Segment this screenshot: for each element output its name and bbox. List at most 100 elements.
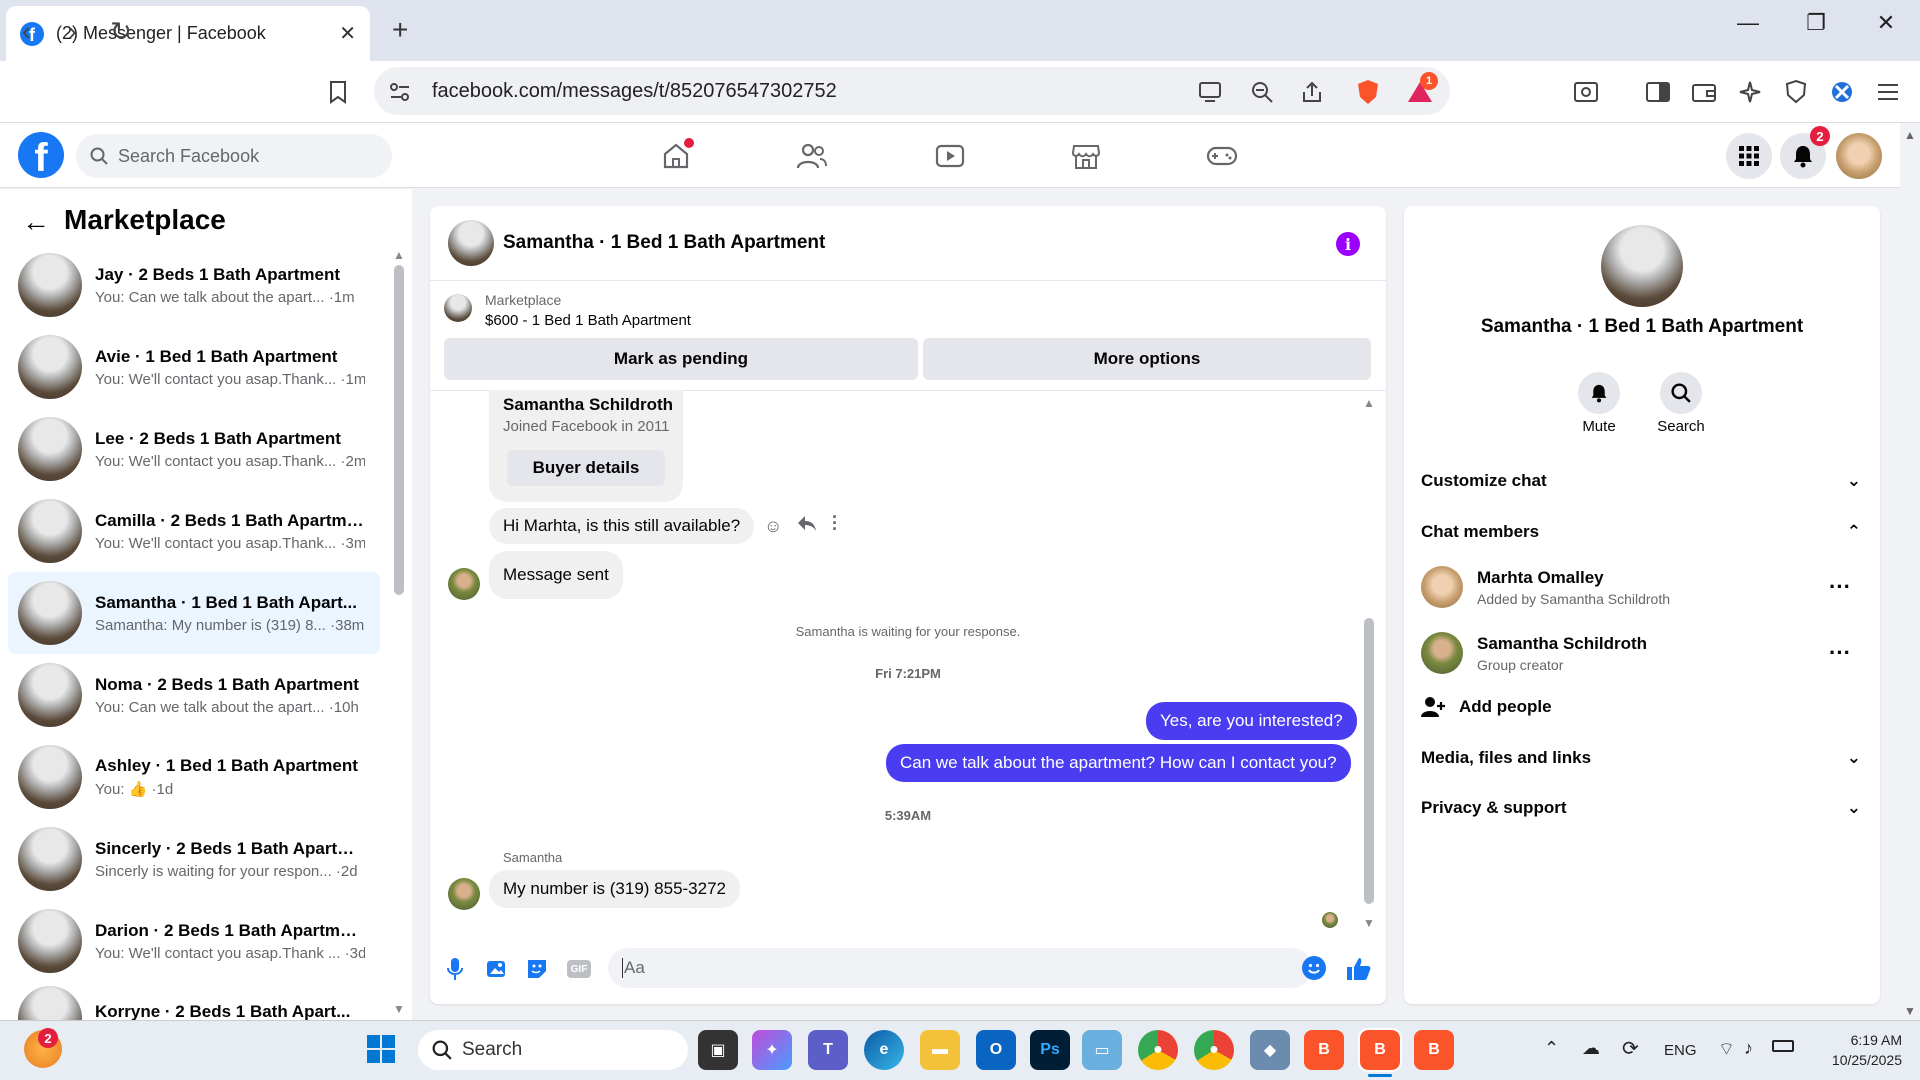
zoom-out-icon[interactable] bbox=[1248, 78, 1276, 106]
conversation-item[interactable]: Korryne · 2 Beds 1 Bath Apart... bbox=[8, 982, 380, 1020]
page-scroll-up-icon[interactable]: ▲ bbox=[1904, 128, 1916, 142]
reader-mode-icon[interactable] bbox=[1572, 78, 1600, 106]
conversation-item[interactable]: Ashley · 1 Bed 1 Bath Apartment You: 👍 ·1… bbox=[8, 736, 380, 818]
browser-tab[interactable]: f (2) Messenger | Facebook ✕ bbox=[6, 6, 370, 61]
scroll-up-icon[interactable]: ▲ bbox=[393, 248, 405, 262]
gaming-icon[interactable] bbox=[1202, 138, 1242, 174]
scroll-down-icon[interactable]: ▼ bbox=[393, 1002, 405, 1016]
menu-grid-button[interactable] bbox=[1726, 133, 1772, 179]
emoji-icon[interactable] bbox=[1302, 956, 1326, 980]
facebook-logo[interactable]: f bbox=[18, 132, 64, 178]
mark-pending-button[interactable]: Mark as pending bbox=[444, 338, 918, 380]
member-item[interactable]: Samantha Schildroth Group creator ··· bbox=[1421, 632, 1861, 674]
profile-avatar[interactable] bbox=[1836, 133, 1882, 179]
listing-price[interactable]: $600 - 1 Bed 1 Bath Apartment bbox=[485, 312, 691, 329]
taskbar-search[interactable]: Search bbox=[418, 1030, 688, 1070]
like-icon[interactable] bbox=[1346, 956, 1372, 982]
conversation-item-active[interactable]: Samantha · 1 Bed 1 Bath Apart... Samantha… bbox=[8, 572, 380, 654]
wallet-icon[interactable] bbox=[1690, 78, 1718, 106]
copilot-icon[interactable]: ✦ bbox=[752, 1030, 792, 1070]
facebook-search-input[interactable]: Search Facebook bbox=[76, 134, 392, 178]
conversation-item[interactable]: Sincerly · 2 Beds 1 Bath Apartm... Sincer… bbox=[8, 818, 380, 900]
volume-icon[interactable]: ♪ bbox=[1744, 1038, 1753, 1059]
more-actions-icon[interactable]: · · · bbox=[832, 508, 838, 538]
react-icon[interactable]: ☺ bbox=[764, 516, 782, 537]
cloud-off-icon[interactable]: ☁ bbox=[1582, 1038, 1600, 1059]
app-icon[interactable]: ▭ bbox=[1082, 1030, 1122, 1070]
conversation-item[interactable]: Lee · 2 Beds 1 Bath Apartment You: We'll … bbox=[8, 408, 380, 490]
more-icon[interactable]: ··· bbox=[1829, 640, 1851, 666]
cast-icon[interactable] bbox=[1196, 78, 1224, 106]
reload-icon[interactable]: ↻ bbox=[110, 16, 132, 47]
photoshop-icon[interactable]: Ps bbox=[1030, 1030, 1070, 1070]
vpn-shield-icon[interactable] bbox=[1782, 78, 1810, 106]
menu-icon[interactable] bbox=[1874, 78, 1902, 106]
clock-date[interactable]: 10/25/2025 bbox=[1812, 1052, 1902, 1068]
brave-active-icon[interactable]: B bbox=[1358, 1028, 1402, 1072]
friends-icon[interactable] bbox=[792, 138, 832, 174]
sync-icon[interactable]: ⟳ bbox=[1622, 1036, 1639, 1061]
chrome-profile-icon[interactable]: ● bbox=[1194, 1030, 1234, 1070]
outgoing-message[interactable]: Yes, are you interested? bbox=[1146, 702, 1357, 740]
forward-icon[interactable]: › bbox=[68, 16, 77, 47]
watch-icon[interactable] bbox=[930, 138, 970, 174]
sidebar-toggle-icon[interactable] bbox=[1644, 78, 1672, 106]
edge-icon[interactable]: e bbox=[864, 1030, 904, 1070]
media-files-row[interactable]: Media, files and links ⌄ bbox=[1421, 748, 1861, 768]
share-icon[interactable] bbox=[1298, 78, 1326, 106]
task-view-icon[interactable]: ▣ bbox=[698, 1030, 738, 1070]
microphone-icon[interactable] bbox=[442, 956, 468, 982]
app-icon[interactable]: ◆ bbox=[1250, 1030, 1290, 1070]
more-options-button[interactable]: More options bbox=[923, 338, 1371, 380]
gif-icon[interactable]: GIF bbox=[566, 956, 592, 982]
restore-icon[interactable]: ❐ bbox=[1796, 10, 1836, 36]
incoming-message[interactable]: Message sent bbox=[489, 551, 623, 599]
bookmark-icon[interactable] bbox=[324, 78, 352, 106]
marketplace-icon[interactable] bbox=[1066, 138, 1106, 174]
file-explorer-icon[interactable]: ▬ bbox=[920, 1030, 960, 1070]
conversation-item[interactable]: Darion · 2 Beds 1 Bath Apartment You: We'… bbox=[8, 900, 380, 982]
conversation-item[interactable]: Noma · 2 Beds 1 Bath Apartment You: Can w… bbox=[8, 654, 380, 736]
battery-icon[interactable] bbox=[1772, 1040, 1794, 1052]
photo-icon[interactable] bbox=[484, 956, 510, 982]
conversation-item[interactable]: Avie · 1 Bed 1 Bath Apartment You: We'll … bbox=[8, 326, 380, 408]
teams-icon[interactable]: T bbox=[808, 1030, 848, 1070]
mute-button[interactable] bbox=[1578, 372, 1620, 414]
back-icon[interactable]: ‹ bbox=[22, 16, 31, 47]
close-window-icon[interactable]: ✕ bbox=[1866, 10, 1906, 36]
member-item[interactable]: Marhta Omalley Added by Samantha Schildro… bbox=[1421, 566, 1861, 608]
chat-header-avatar[interactable] bbox=[448, 220, 494, 266]
conversation-item[interactable]: Jay · 2 Beds 1 Bath Apartment You: Can we… bbox=[8, 244, 380, 326]
chat-scroll-up-icon[interactable]: ▲ bbox=[1363, 396, 1375, 410]
sticker-icon[interactable] bbox=[524, 956, 550, 982]
incoming-message[interactable]: My number is (319) 855-3272 bbox=[489, 870, 741, 908]
language-indicator[interactable]: ENG bbox=[1664, 1042, 1697, 1059]
add-people-button[interactable]: Add people bbox=[1421, 696, 1552, 718]
outgoing-message[interactable]: Can we talk about the apartment? How can… bbox=[886, 744, 1351, 782]
outlook-icon[interactable]: O bbox=[976, 1030, 1016, 1070]
minimize-icon[interactable]: — bbox=[1728, 10, 1768, 36]
chevron-up-icon[interactable]: ⌃ bbox=[1544, 1038, 1559, 1059]
message-input[interactable]: Aa bbox=[608, 948, 1312, 988]
incoming-message[interactable]: Hi Marhta, is this still available? bbox=[489, 508, 755, 544]
conversation-item[interactable]: Camilla · 2 Beds 1 Bath Apartme... You: W… bbox=[8, 490, 380, 572]
brave-profile-icon[interactable]: B bbox=[1414, 1030, 1454, 1070]
chat-scrollbar[interactable] bbox=[1364, 618, 1374, 904]
back-arrow-icon[interactable]: ← bbox=[22, 206, 50, 238]
start-icon[interactable] bbox=[366, 1034, 396, 1064]
chrome-icon[interactable]: ● bbox=[1138, 1030, 1178, 1070]
brave-shields-icon[interactable] bbox=[1354, 78, 1382, 106]
new-tab-icon[interactable]: + bbox=[392, 14, 408, 46]
customize-chat-row[interactable]: Customize chat ⌄ bbox=[1421, 471, 1861, 491]
clock-time[interactable]: 6:19 AM bbox=[1812, 1032, 1902, 1048]
page-scroll-down-icon[interactable]: ▼ bbox=[1904, 1004, 1916, 1018]
site-settings-icon[interactable] bbox=[386, 78, 414, 106]
brave-icon[interactable]: B bbox=[1304, 1030, 1344, 1070]
search-chat-button[interactable] bbox=[1660, 372, 1702, 414]
close-tab-icon[interactable]: ✕ bbox=[339, 21, 356, 46]
address-bar[interactable]: facebook.com/messages/t/852076547302752 bbox=[374, 67, 1450, 115]
chat-title[interactable]: Samantha · 1 Bed 1 Bath Apartment bbox=[503, 232, 825, 254]
chat-members-row[interactable]: Chat members ⌃ bbox=[1421, 522, 1861, 542]
extension-icon[interactable] bbox=[1828, 78, 1856, 106]
sidebar-scrollbar[interactable] bbox=[394, 265, 404, 595]
